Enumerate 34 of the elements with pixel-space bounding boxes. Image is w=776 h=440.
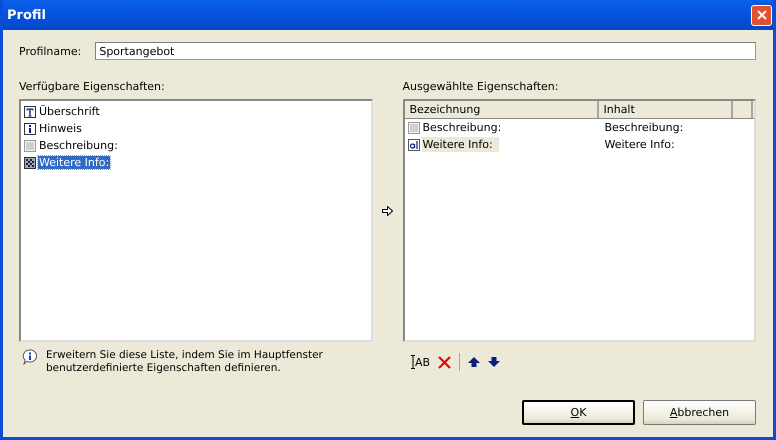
t-icon [24, 106, 36, 118]
grid-icon [24, 156, 36, 168]
column-header[interactable]: Bezeichnung [404, 101, 598, 118]
list-item[interactable]: Beschreibung: [38, 139, 119, 152]
close-icon [756, 10, 766, 20]
text-cursor-icon [411, 355, 415, 369]
arrow-up-icon [468, 357, 480, 367]
rename-button[interactable]: AB [408, 352, 434, 372]
dialog-button[interactable]: Abbrechen [643, 400, 756, 425]
info-icon [24, 122, 36, 134]
text-lines-icon [408, 122, 420, 134]
list-item[interactable]: Weitere Info: [38, 156, 110, 169]
list-item[interactable]: Überschrift [38, 105, 101, 118]
arrow-right-icon[interactable] [382, 206, 393, 216]
list-label: Verfügbare Eigenschaften: [19, 80, 166, 95]
arrow-down-icon [488, 357, 500, 367]
table-cell-text: Weitere Info: [604, 138, 675, 151]
dialog-button[interactable]: OK [522, 400, 635, 425]
text-lines-icon [24, 140, 36, 152]
list-box[interactable]: Überschrift Hinweis Beschreibung: Weitere Info: [19, 99, 372, 342]
window-title: Profil [7, 8, 46, 22]
table-cell[interactable]: Weitere Info: [422, 137, 499, 152]
field-label: Profilname: [19, 44, 82, 58]
table-cell[interactable]: Beschreibung: [422, 120, 508, 135]
close-icon [438, 356, 452, 368]
list-label: Ausgewählte Eigenschaften: [402, 80, 560, 95]
text-field-icon [408, 138, 420, 150]
list-item[interactable]: Hinweis [38, 122, 83, 135]
input-field[interactable]: Sportangebot [95, 42, 756, 60]
column-header[interactable]: Inhalt [598, 101, 732, 118]
hint-text: Erweitern Sie diese Liste, indem Sie im Hauptfenster benutzerdefinierte Eigenschaften definieren. [46, 349, 324, 375]
close-button[interactable] [751, 4, 772, 26]
table-cell-text: Beschreibung: [604, 121, 684, 134]
info-icon [22, 349, 38, 365]
